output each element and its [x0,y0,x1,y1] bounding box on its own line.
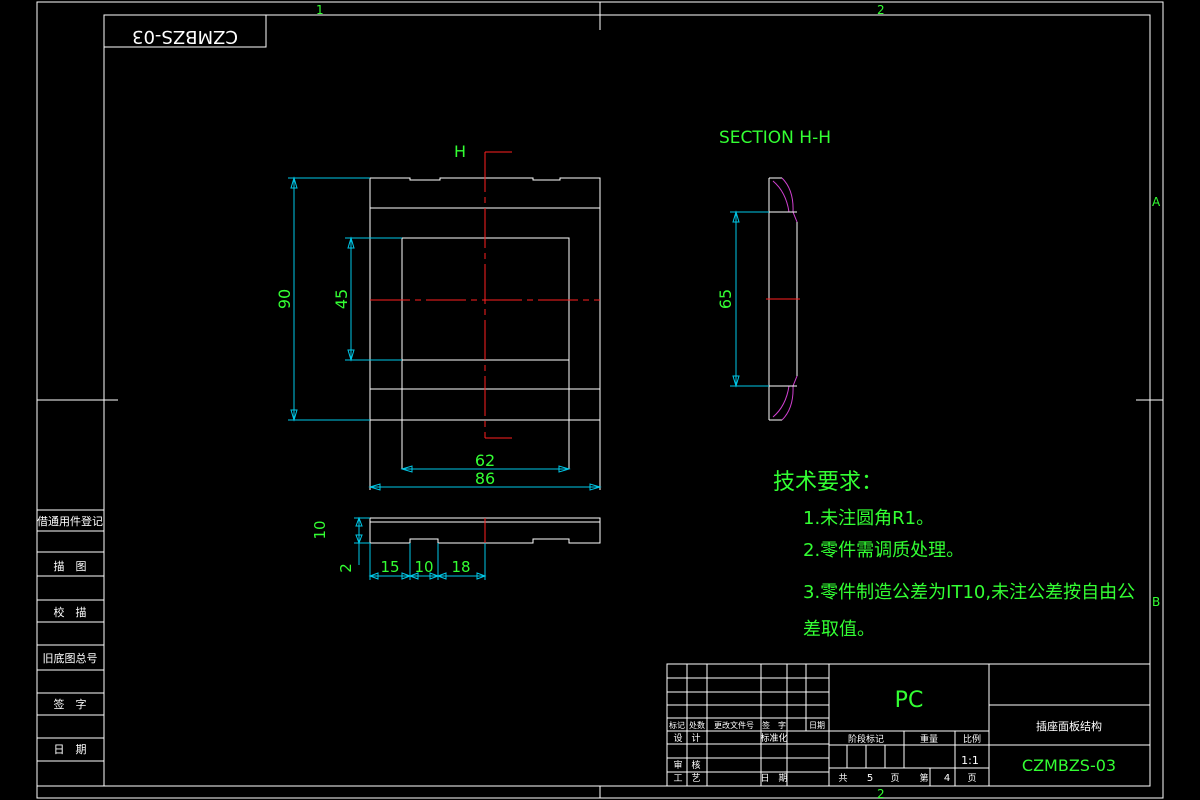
side-panel-label: 借通用件登记 [37,514,103,528]
side-panel-label: 描 图 [54,559,87,573]
date-label: 日 期 [760,773,787,784]
rev-header: 签 字 [762,720,786,730]
dim-slot-width: 10 [414,558,433,576]
rev-header: 日期 [809,721,825,730]
section-title: SECTION H-H [719,128,831,148]
sheet-label: 第 [919,772,928,784]
designer-label: 设 计 [673,732,700,744]
total-sheets-label: 共 [838,773,847,784]
reviewer-label: 审 核 [673,759,700,771]
part-name: 插座面板结构 [1036,719,1102,733]
side-panel: 借通用件登记 描 图 校 描 旧底图总号 签 字 日 期 [36,509,105,787]
weight-label: 重量 [920,733,938,745]
zone-marker-top-2: 2 [877,3,885,17]
side-panel-label: 签 字 [54,697,87,711]
scale-value: 1:1 [961,754,979,767]
material: PC [895,688,924,713]
section-marker: H [454,142,466,161]
tech-note-4: 差取值。 [803,619,875,640]
zone-marker-top-1: 1 [316,3,324,17]
side-panel-label: 日 期 [54,743,87,756]
tech-notes-title: 技术要求： [773,470,883,495]
front-dimensions [288,176,602,491]
stamp-code: CZMBZS-03 [132,26,238,47]
standardization-label: 标准化 [760,732,787,744]
section-view [730,177,800,421]
sheet-unit: 页 [890,773,899,784]
front-view [369,151,601,490]
rev-header: 标记 [669,720,685,730]
technical-notes: 技术要求： 1.未注圆角R1。 2.零件需调质处理。 3.零件制造公差为IT10… [773,470,1135,640]
tech-note-3: 3.零件制造公差为IT10,未注公差按自由公 [803,582,1135,603]
drawing-number: CZMBZS-03 [1022,756,1116,775]
inner-frame [103,14,1151,787]
zone-marker-a: A [1152,195,1161,209]
zone-marker-b: B [1152,595,1160,609]
tech-note-2: 2.零件需调质处理。 [803,540,964,561]
side-panel-label: 旧底图总号 [43,651,98,665]
rev-header: 处数 [689,720,705,730]
zone-marker-bottom-2: 2 [877,787,885,800]
dim-overall-width: 86 [475,469,495,488]
title-block: 标记 处数 更改文件号 签 字 日期 设 计 标准化 审 核 工 艺 日 期 P… [666,663,1151,787]
scale-label: 比例 [963,733,981,745]
cad-drawing: 1 2 2 A B CZMBZS-03 H 90 45 62 86 10 2 1… [36,1,1164,800]
dim-step: 2 [337,563,355,573]
dim-section-height: 65 [716,289,735,309]
rev-header: 更改文件号 [714,720,754,730]
dim-window-width: 62 [475,451,495,470]
sheet-number: 4 [944,773,950,784]
side-panel-label: 校 描 [54,605,87,619]
dim-window-height: 45 [332,289,351,309]
dim-overall-height: 90 [275,289,294,309]
dim-thickness: 10 [311,520,329,539]
dim-slot-right: 18 [451,558,470,576]
process-label: 工 艺 [673,773,700,784]
tech-note-1: 1.未注圆角R1。 [803,508,934,529]
total-sheets: 5 [867,773,873,784]
dim-slot-offset: 15 [380,558,399,576]
stage-label: 阶段标记 [848,733,884,745]
sheet-unit: 页 [967,773,976,784]
